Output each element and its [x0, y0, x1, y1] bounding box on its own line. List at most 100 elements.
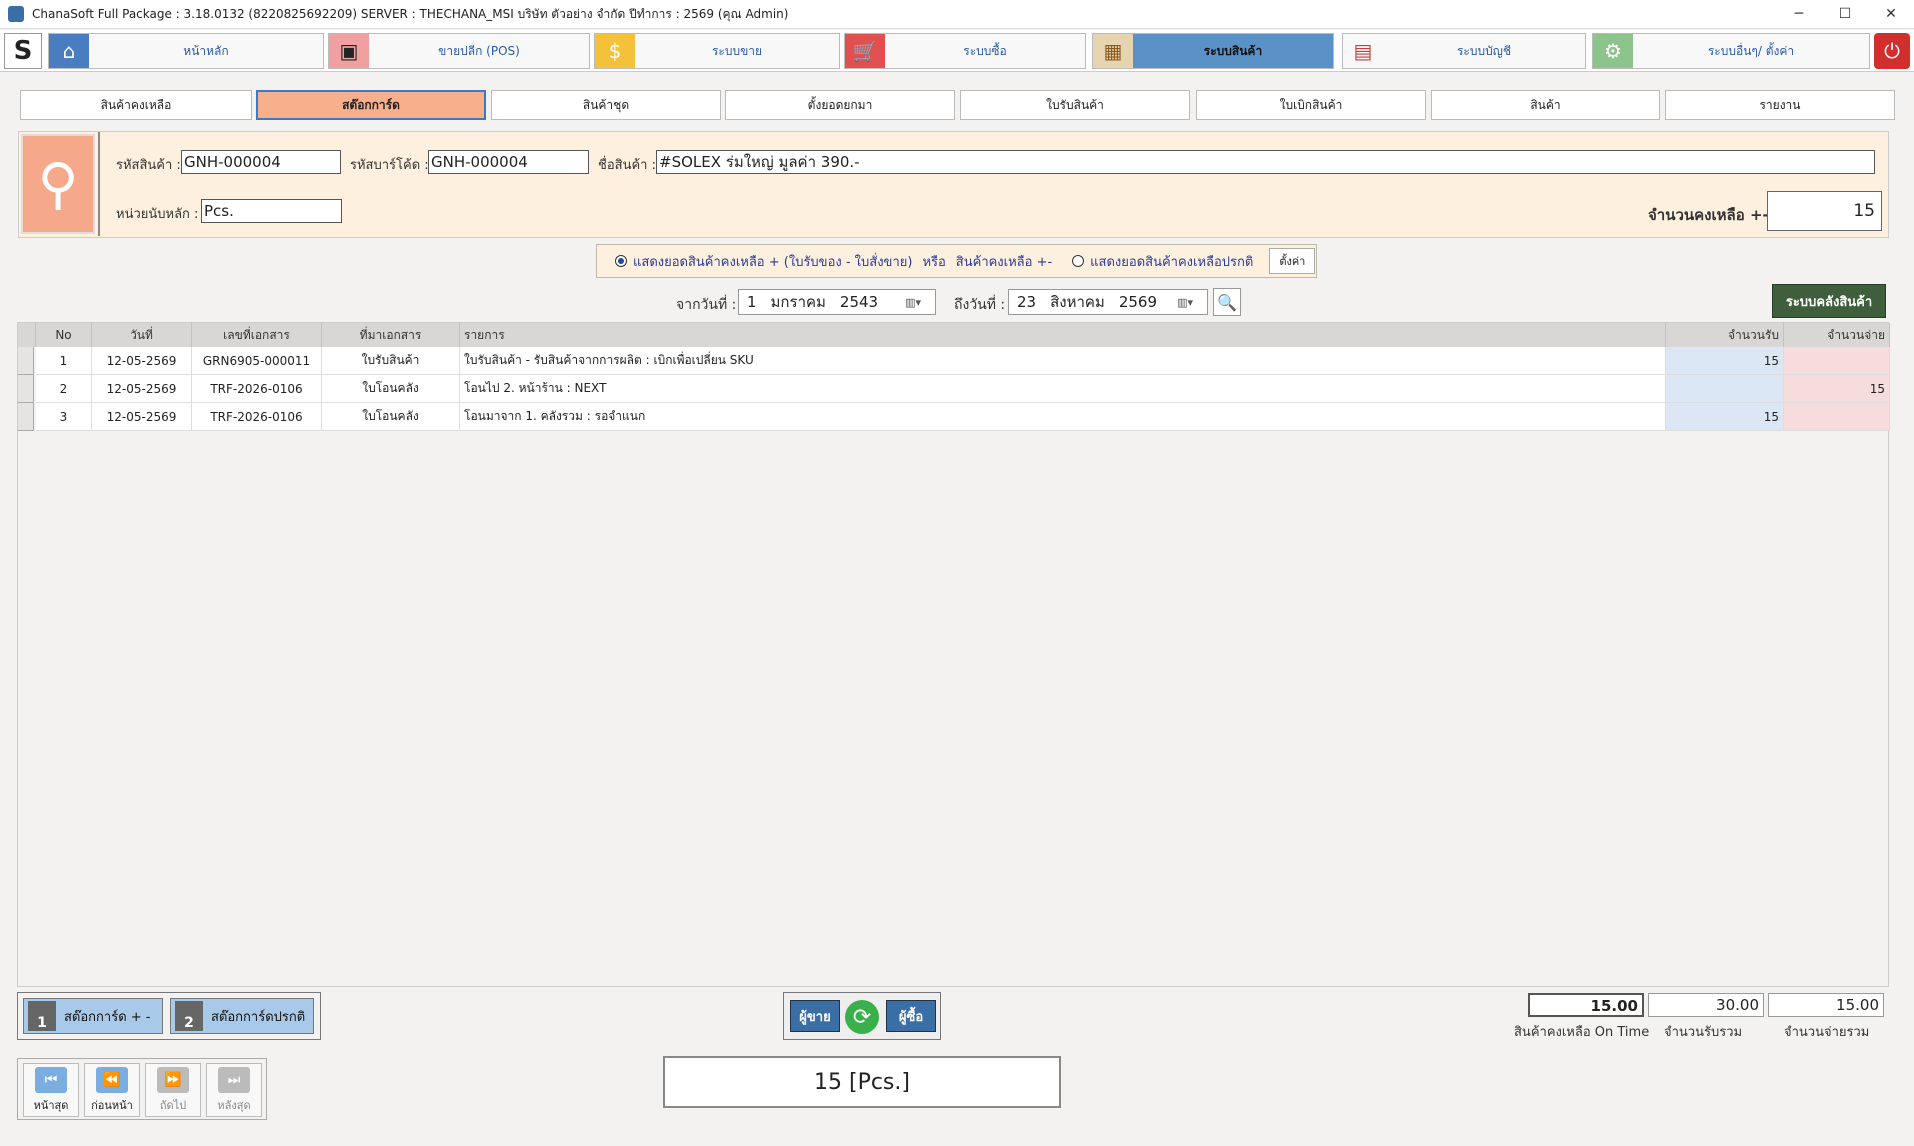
- nav-inventory[interactable]: ▦ ระบบสินค้า: [1092, 33, 1334, 69]
- unit-label: หน่วยนับหลัก :: [116, 207, 199, 222]
- cell-date[interactable]: 12-05-2569: [92, 403, 192, 431]
- nav-purchase[interactable]: 🛒 ระบบซื้อ: [844, 33, 1086, 69]
- buyer-button[interactable]: ผู้ซื้อ: [886, 1000, 936, 1032]
- option-balance-plusminus-label: สินค้าคงเหลือ +-: [955, 254, 1053, 270]
- close-button[interactable]: ✕: [1868, 0, 1914, 29]
- cell-qty-in[interactable]: [1666, 375, 1784, 403]
- cell-doc-source[interactable]: ใบโอนคลัง: [322, 375, 460, 403]
- option-balance-plus-radio[interactable]: [615, 255, 627, 267]
- nav-accounting[interactable]: ▤ ระบบบัญชี: [1342, 33, 1586, 69]
- tab-stock-balance[interactable]: สินค้าคงเหลือ: [20, 90, 252, 120]
- cell-no[interactable]: 1: [36, 347, 92, 375]
- calendar-dropdown-icon[interactable]: ▥▾: [1177, 296, 1193, 309]
- print-stock-card-normal-button[interactable]: 2 สต๊อกการ์ดปรกติ: [170, 998, 314, 1034]
- tab-products[interactable]: สินค้า: [1431, 90, 1660, 120]
- header-divider: [98, 132, 100, 236]
- last-page-label: หลังสุด: [217, 1098, 251, 1112]
- col-header-date[interactable]: วันที่: [92, 323, 192, 347]
- cell-date[interactable]: 12-05-2569: [92, 347, 192, 375]
- row-selector[interactable]: [18, 375, 34, 403]
- chanasoft-logo-icon[interactable]: S: [4, 33, 42, 69]
- row-selector[interactable]: [18, 403, 34, 431]
- report-icon: ▤: [1353, 39, 1373, 63]
- window-titlebar: ChanaSoft Full Package : 3.18.0132 (8220…: [0, 0, 1914, 29]
- first-page-button[interactable]: ⏮ หน้าสุด: [23, 1063, 79, 1117]
- cell-no[interactable]: 2: [36, 375, 92, 403]
- cell-qty-out[interactable]: [1784, 347, 1890, 375]
- from-date-label: จากวันที่ :: [676, 297, 737, 313]
- to-day: 23: [1017, 293, 1037, 311]
- cell-description[interactable]: โอนมาจาก 1. คลังรวม : รอจำแนก: [460, 403, 1666, 431]
- col-header-description[interactable]: รายการ: [460, 323, 1666, 347]
- nav-inventory-label: ระบบสินค้า: [1133, 34, 1333, 68]
- search-icon[interactable]: 🔍: [1213, 288, 1241, 316]
- last-page-button[interactable]: ⏭ หลังสุด: [206, 1063, 262, 1117]
- nav-home-label: หน้าหลัก: [183, 43, 229, 58]
- nav-home[interactable]: ⌂ หน้าหลัก: [48, 33, 324, 69]
- cell-doc-source[interactable]: ใบรับสินค้า: [322, 347, 460, 375]
- col-header-doc-no[interactable]: เลขที่เอกสาร: [192, 323, 322, 347]
- tab-reports[interactable]: รายงาน: [1665, 90, 1895, 120]
- cell-doc-no[interactable]: TRF-2026-0106: [192, 403, 322, 431]
- tab-product-set[interactable]: สินค้าชุด: [491, 90, 721, 120]
- coin-icon: $: [595, 34, 635, 68]
- gear-icon: ⚙: [1593, 34, 1633, 68]
- nav-pos[interactable]: ▣ ขายปลีก (POS): [328, 33, 590, 69]
- last-page-icon: ⏭: [218, 1066, 250, 1093]
- cell-doc-no[interactable]: GRN6905-000011: [192, 347, 322, 375]
- first-page-icon: ⏮: [35, 1066, 67, 1093]
- col-header-qty-out[interactable]: จำนวนจ่าย: [1784, 323, 1890, 347]
- first-page-label: หน้าสุด: [33, 1098, 69, 1112]
- nav-sales-label: ระบบขาย: [711, 43, 763, 58]
- col-header-doc-source[interactable]: ที่มาเอกสาร: [322, 323, 460, 347]
- tab-opening-balance[interactable]: ตั้งยอดยกมา: [725, 90, 955, 120]
- option-normal-label: แสดงยอดสินค้าคงเหลือปรกติ: [1090, 254, 1254, 270]
- to-year: 2569: [1118, 293, 1157, 311]
- unit-field[interactable]: Pcs.: [201, 199, 342, 223]
- prev-page-button[interactable]: ⏪ ก่อนหน้า: [84, 1063, 140, 1117]
- seller-button[interactable]: ผู้ขาย: [790, 1000, 840, 1032]
- calendar-dropdown-icon[interactable]: ▥▾: [905, 296, 921, 309]
- next-page-icon: ⏩: [157, 1066, 189, 1093]
- from-date-picker[interactable]: 1 มกราคม 2543 ▥▾: [738, 289, 936, 315]
- product-name-field[interactable]: #SOLEX ร่มใหญ่ มูลค่า 390.-: [656, 150, 1875, 174]
- refresh-icon[interactable]: ⟳: [845, 1000, 879, 1034]
- col-header-no[interactable]: No: [36, 323, 92, 347]
- to-date-label: ถึงวันที่ :: [954, 297, 1006, 313]
- print-stock-card-plusminus-button[interactable]: 1 สต๊อกการ์ด + -: [23, 998, 163, 1034]
- magnifier-icon[interactable]: ⚲: [21, 134, 95, 234]
- col-header-qty-in[interactable]: จำนวนรับ: [1666, 323, 1784, 347]
- total-out-field: 15.00: [1768, 993, 1884, 1017]
- cell-date[interactable]: 12-05-2569: [92, 375, 192, 403]
- tab-goods-issue[interactable]: ใบเบิกสินค้า: [1196, 90, 1426, 120]
- barcode-field[interactable]: GNH-000004: [428, 150, 589, 174]
- cell-qty-out[interactable]: 15: [1784, 375, 1890, 403]
- row-selector[interactable]: [18, 347, 34, 375]
- cell-description[interactable]: โอนไป 2. หน้าร้าน : NEXT: [460, 375, 1666, 403]
- warehouse-system-button[interactable]: ระบบคลังสินค้า: [1772, 284, 1886, 318]
- cell-qty-in[interactable]: 15: [1666, 347, 1784, 375]
- tab-stock-card[interactable]: สต๊อกการ์ด: [256, 90, 486, 120]
- cell-doc-source[interactable]: ใบโอนคลัง: [322, 403, 460, 431]
- cell-doc-no[interactable]: TRF-2026-0106: [192, 375, 322, 403]
- nav-settings[interactable]: ⚙ ระบบอื่นๆ/ ตั้งค่า: [1592, 33, 1870, 69]
- balance-label: จำนวนคงเหลือ +-: [1648, 206, 1769, 224]
- tab-goods-receipt[interactable]: ใบรับสินค้า: [960, 90, 1190, 120]
- option-normal-radio[interactable]: [1072, 255, 1085, 267]
- product-name-label: ชื่อสินค้า :: [598, 158, 656, 173]
- cell-description[interactable]: ใบรับสินค้า - รับสินค้าจากการผลิต : เบิก…: [460, 347, 1666, 375]
- next-page-button[interactable]: ⏩ ถัดไป: [145, 1063, 201, 1117]
- cell-no[interactable]: 3: [36, 403, 92, 431]
- cell-qty-in[interactable]: 15: [1666, 403, 1784, 431]
- product-code-field[interactable]: GNH-000004: [181, 150, 341, 174]
- cell-qty-out[interactable]: [1784, 403, 1890, 431]
- power-icon[interactable]: ⏻: [1874, 33, 1910, 69]
- to-date-picker[interactable]: 23 สิงหาคม 2569 ▥▾: [1008, 289, 1208, 315]
- minimize-button[interactable]: ─: [1776, 0, 1822, 29]
- nav-sales[interactable]: $ ระบบขาย: [594, 33, 840, 69]
- maximize-button[interactable]: ☐: [1822, 0, 1868, 29]
- product-code-label: รหัสสินค้า :: [116, 158, 181, 173]
- from-day: 1: [747, 293, 757, 311]
- on-time-balance-field: 15.00: [1528, 993, 1644, 1017]
- settings-button[interactable]: ตั้งค่า: [1269, 248, 1316, 274]
